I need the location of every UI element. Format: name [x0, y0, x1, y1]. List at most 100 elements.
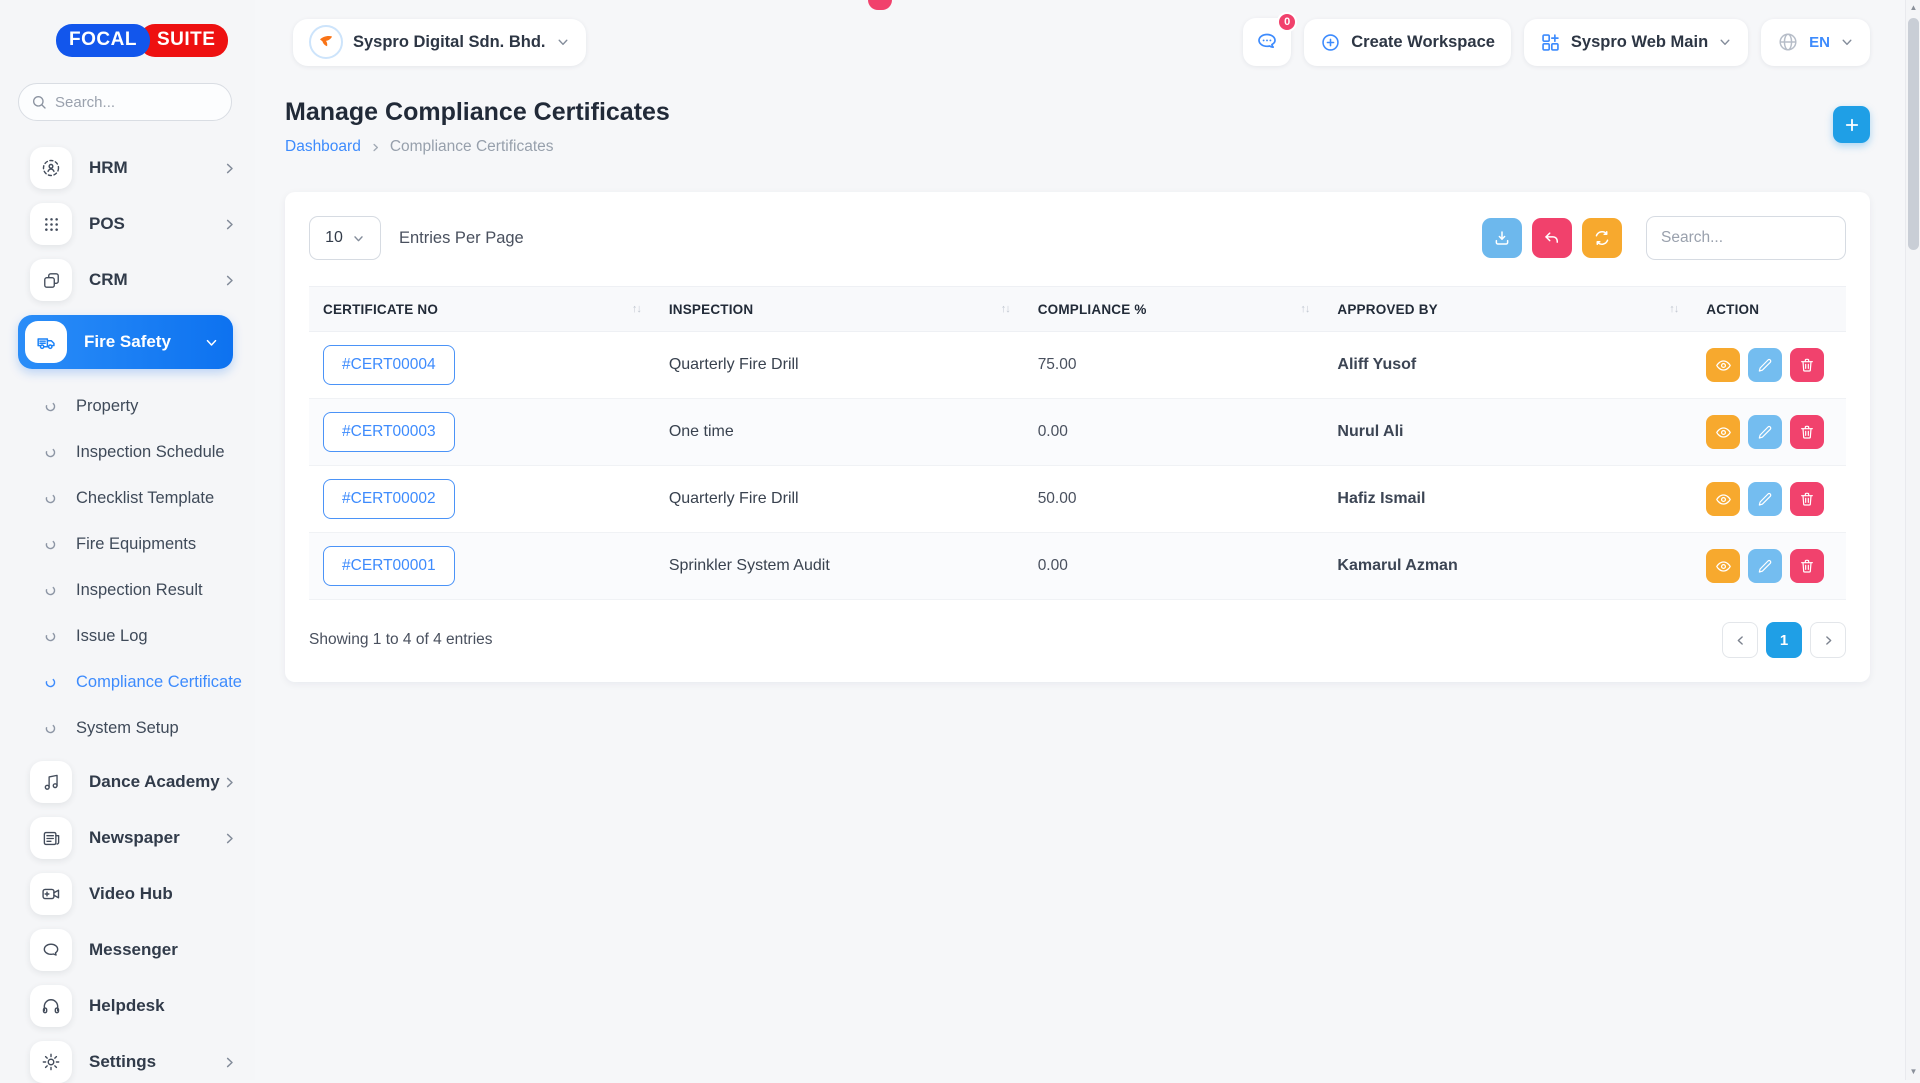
breadcrumb-current: Compliance Certificates: [390, 138, 554, 156]
header-inspection[interactable]: INSPECTION↑↓: [655, 287, 1024, 332]
inspection-cell: Quarterly Fire Drill: [655, 466, 1024, 533]
header-approved-by[interactable]: APPROVED BY↑↓: [1323, 287, 1692, 332]
language-selector[interactable]: EN: [1761, 19, 1870, 66]
vertical-scrollbar[interactable]: ▲ ▼: [1905, 0, 1920, 1080]
chevron-down-icon: [204, 335, 219, 350]
sidebar-item-settings[interactable]: Settings: [18, 1041, 237, 1083]
delete-button[interactable]: [1790, 348, 1824, 382]
workspace-name: Syspro Digital Sdn. Bhd.: [353, 33, 546, 52]
sidebar-search[interactable]: [18, 83, 232, 121]
sidebar: FOCAL SUITE HRM POS: [0, 0, 255, 1080]
messages-button[interactable]: 0: [1243, 18, 1291, 66]
music-note-icon: [30, 761, 72, 803]
view-button[interactable]: [1706, 482, 1740, 516]
hrm-scan-person-icon: [30, 147, 72, 189]
sidebar-item-crm[interactable]: CRM: [18, 259, 237, 301]
header-certificate-no[interactable]: CERTIFICATE NO↑↓: [309, 287, 655, 332]
table-body: #CERT00004 Quarterly Fire Drill 75.00 Al…: [309, 332, 1846, 600]
sidebar-item-messenger[interactable]: Messenger: [18, 929, 237, 971]
submenu-item-fire-equipments[interactable]: Fire Equipments: [18, 521, 255, 567]
chevron-right-icon: [222, 831, 237, 846]
view-button[interactable]: [1706, 549, 1740, 583]
submenu-item-inspection-result[interactable]: Inspection Result: [18, 567, 255, 613]
chevron-down-icon: [1840, 35, 1854, 49]
edit-button[interactable]: [1748, 482, 1782, 516]
export-download-button[interactable]: [1482, 218, 1522, 258]
scrollbar-up-arrow[interactable]: ▲: [1906, 0, 1920, 16]
row-actions: [1706, 482, 1832, 516]
table-row: #CERT00004 Quarterly Fire Drill 75.00 Al…: [309, 332, 1846, 399]
syspro-logo-icon: [309, 25, 343, 59]
table-search-input[interactable]: [1646, 216, 1846, 260]
edit-button[interactable]: [1748, 415, 1782, 449]
focal-suite-logo: FOCAL SUITE: [56, 24, 255, 57]
entries-per-page-select[interactable]: 10: [309, 216, 381, 260]
submenu-item-inspection-schedule[interactable]: Inspection Schedule: [18, 429, 255, 475]
chevron-right-icon: [222, 1055, 237, 1070]
refresh-button[interactable]: [1582, 218, 1622, 258]
page-title: Manage Compliance Certificates: [285, 98, 1870, 127]
view-button[interactable]: [1706, 348, 1740, 382]
add-certificate-button[interactable]: [1833, 106, 1870, 143]
bullet-circle-icon: [44, 492, 57, 505]
next-page-button[interactable]: [1810, 622, 1846, 658]
compliance-cell: 0.00: [1024, 533, 1324, 600]
search-icon: [31, 94, 47, 110]
sort-icon: ↑↓: [632, 303, 641, 315]
scrollbar-down-arrow[interactable]: ▼: [1906, 1064, 1920, 1080]
header-compliance[interactable]: COMPLIANCE %↑↓: [1024, 287, 1324, 332]
page-header: Manage Compliance Certificates Dashboard…: [285, 98, 1870, 156]
page-number-button[interactable]: 1: [1766, 622, 1802, 658]
sidebar-item-hrm[interactable]: HRM: [18, 147, 237, 189]
sidebar-item-video-hub[interactable]: Video Hub: [18, 873, 237, 915]
inspection-cell: One time: [655, 399, 1024, 466]
delete-button[interactable]: [1790, 482, 1824, 516]
topbar-right: 0 Create Workspace Syspro Web Main: [1243, 18, 1870, 66]
submenu-item-system-setup[interactable]: System Setup: [18, 705, 255, 751]
approved-by-cell: Hafiz Ismail: [1323, 466, 1692, 533]
edit-button[interactable]: [1748, 549, 1782, 583]
sort-icon: ↑↓: [1300, 303, 1309, 315]
sort-icon: ↑↓: [1001, 303, 1010, 315]
sidebar-search-input[interactable]: [55, 94, 219, 111]
delete-button[interactable]: [1790, 415, 1824, 449]
header-action: ACTION: [1692, 287, 1846, 332]
table-footer: Showing 1 to 4 of 4 entries 1: [309, 622, 1846, 658]
sidebar-item-pos[interactable]: POS: [18, 203, 237, 245]
create-workspace-button[interactable]: Create Workspace: [1304, 19, 1511, 66]
chevron-down-icon: [556, 35, 570, 49]
undo-button[interactable]: [1532, 218, 1572, 258]
fire-safety-submenu: Property Inspection Schedule Checklist T…: [18, 383, 255, 751]
submenu-item-issue-log[interactable]: Issue Log: [18, 613, 255, 659]
delete-button[interactable]: [1790, 549, 1824, 583]
entries-summary: Showing 1 to 4 of 4 entries: [309, 631, 493, 649]
app-switcher[interactable]: Syspro Web Main: [1524, 19, 1748, 66]
certificate-number-button[interactable]: #CERT00001: [323, 546, 455, 586]
sidebar-item-dance-academy[interactable]: Dance Academy: [18, 761, 237, 803]
submenu-item-compliance-certificate[interactable]: Compliance Certificate: [18, 659, 255, 705]
logo-suite: SUITE: [139, 24, 228, 57]
previous-page-button[interactable]: [1722, 622, 1758, 658]
breadcrumb-dashboard-link[interactable]: Dashboard: [285, 138, 361, 156]
submenu-item-property[interactable]: Property: [18, 383, 255, 429]
certificate-number-button[interactable]: #CERT00003: [323, 412, 455, 452]
bullet-circle-icon: [44, 446, 57, 459]
app-root: FOCAL SUITE HRM POS: [0, 0, 1920, 1080]
view-button[interactable]: [1706, 415, 1740, 449]
certificate-number-button[interactable]: #CERT00004: [323, 345, 455, 385]
sidebar-item-newspaper[interactable]: Newspaper: [18, 817, 237, 859]
main-content: Syspro Digital Sdn. Bhd. 0 Create Worksp…: [255, 0, 1920, 1080]
submenu-item-checklist-template[interactable]: Checklist Template: [18, 475, 255, 521]
gear-icon: [30, 1041, 72, 1083]
workspace-selector[interactable]: Syspro Digital Sdn. Bhd.: [293, 19, 586, 66]
edit-button[interactable]: [1748, 348, 1782, 382]
sidebar-item-fire-safety[interactable]: Fire Safety: [18, 315, 233, 369]
sidebar-item-helpdesk[interactable]: Helpdesk: [18, 985, 237, 1027]
sort-icon: ↑↓: [1669, 303, 1678, 315]
chevron-right-icon: [222, 273, 237, 288]
topbar: Syspro Digital Sdn. Bhd. 0 Create Worksp…: [285, 0, 1870, 72]
row-actions: [1706, 549, 1832, 583]
certificate-number-button[interactable]: #CERT00002: [323, 479, 455, 519]
compliance-cell: 75.00: [1024, 332, 1324, 399]
scrollbar-thumb[interactable]: [1908, 18, 1919, 250]
